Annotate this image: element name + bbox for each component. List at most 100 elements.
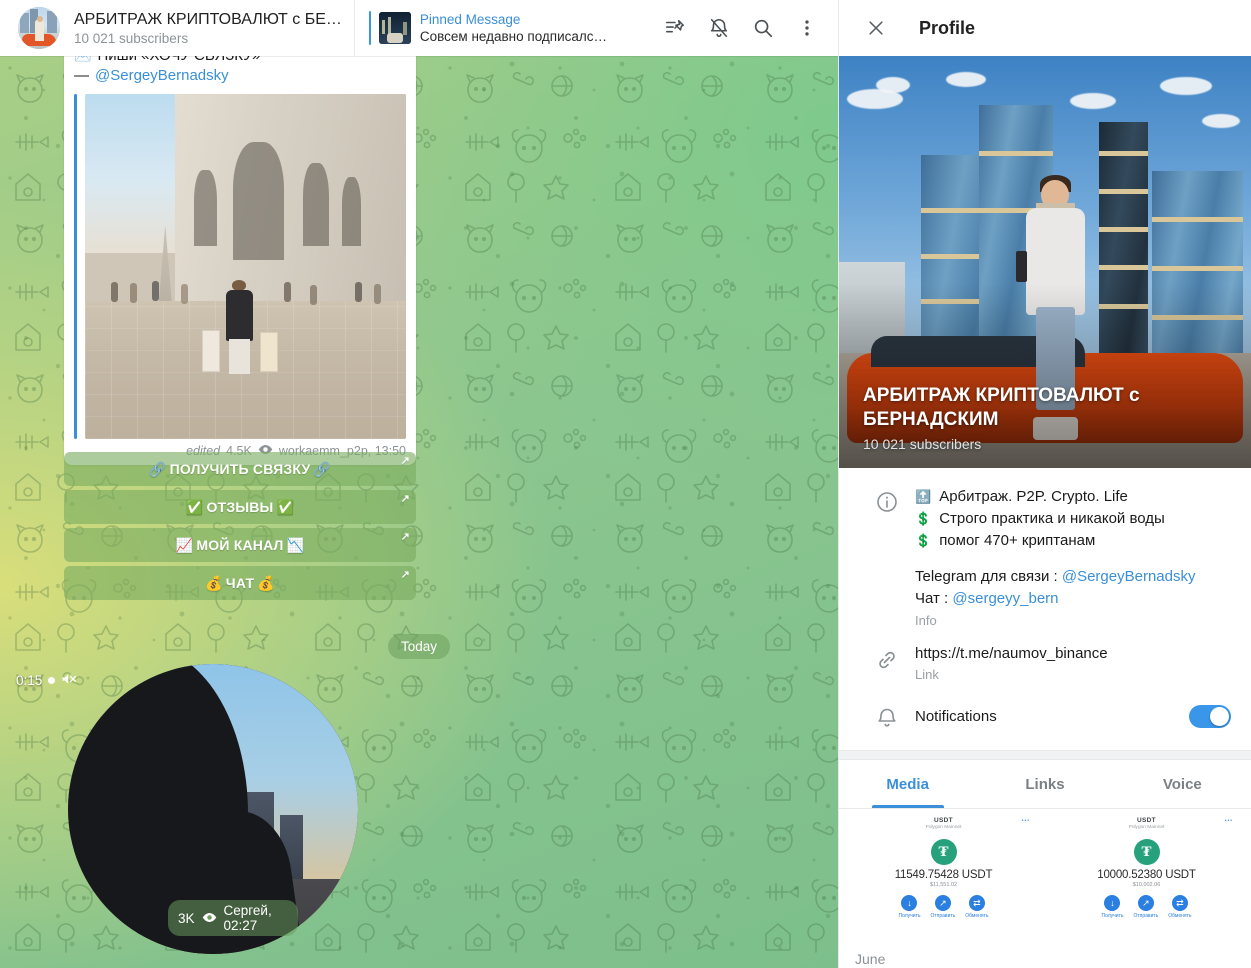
message-list: ✉️ Пиши «ХОЧУ СВЯЗКУ» — @SergeyBernadsky: [0, 42, 838, 968]
info-icon: [859, 486, 915, 628]
wallet-action-send[interactable]: ↗ Отправить: [930, 895, 955, 919]
search-icon[interactable]: [744, 9, 782, 47]
header-actions: [656, 9, 838, 47]
profile-cover-photo[interactable]: АРБИТРАЖ КРИПТОВАЛЮТ с БЕРНАДСКИМ 10 021…: [839, 56, 1251, 468]
wallet-action-send[interactable]: ↗ Отправить: [1133, 895, 1158, 919]
external-link-arrow-icon: ↗: [400, 569, 410, 581]
wallet-action-receive[interactable]: ↓ Получить: [1101, 895, 1123, 919]
button-label: ЧАТ: [225, 575, 255, 591]
keyboard-button-moy-kanal[interactable]: ↗ 📈 МОЙ КАНАЛ 📉: [64, 528, 416, 562]
chat-title: АРБИТРАЖ КРИПТОВАЛЮТ с БЕ…: [74, 10, 342, 28]
external-link-arrow-icon: ↗: [400, 493, 410, 505]
keyboard-button-chat[interactable]: ↗ 💰 ЧАТ 💰: [64, 566, 416, 600]
inline-keyboard: ↗ 🔗 ПОЛУЧИТЬ СВЯЗКУ 🔗 ↗ ✅ ОТЗЫВЫ ✅ ↗ 📈 М…: [64, 452, 416, 600]
contact-telegram-line: Telegram для связи : @SergeyBernadsky: [915, 566, 1231, 588]
button-emoji-left: 💰: [205, 574, 223, 591]
pinned-list-icon[interactable]: [656, 9, 694, 47]
tab-voice[interactable]: Voice: [1114, 760, 1251, 808]
action-label: Получить: [1101, 913, 1124, 919]
message-mention[interactable]: @SergeyBernadsky: [95, 66, 229, 86]
media-item[interactable]: ••• USDT Polygon Mainnet ₮ 10000.52380 U…: [1048, 813, 1245, 943]
keyboard-button-poluchit-svyazku[interactable]: ↗ 🔗 ПОЛУЧИТЬ СВЯЗКУ 🔗: [64, 452, 416, 486]
media-amount: 11549.75428 USDT: [894, 869, 993, 881]
media-network: Polygon Mainnet: [1128, 825, 1165, 830]
close-icon[interactable]: [857, 9, 895, 47]
profile-title: Profile: [919, 17, 976, 38]
profile-link-url[interactable]: https://t.me/naumov_binance: [915, 644, 1231, 664]
wallet-action-swap[interactable]: ⇄ Обменять: [1168, 895, 1192, 919]
media-token: USDT: [1137, 817, 1156, 824]
tether-icon: ₮: [930, 839, 957, 865]
dollar-icon: 💲: [915, 511, 932, 526]
pinned-accent-bar: [368, 11, 371, 45]
send-arrow-icon: ↗: [934, 895, 951, 911]
video-duration: 0:15: [16, 673, 43, 688]
channel-avatar[interactable]: [18, 7, 60, 49]
video-message-meta: 3K Сергей, 02:27: [168, 900, 298, 936]
action-label: Обменять: [965, 913, 989, 919]
media-month-label: June: [855, 951, 886, 967]
media-usd-value: $11,551.02: [929, 882, 958, 888]
tether-icon: ₮: [1133, 839, 1160, 865]
photo-person: [202, 280, 279, 397]
action-label: Получить: [898, 913, 921, 919]
round-video-message[interactable]: 0:15 3K Сергей, 02:27: [8, 664, 358, 954]
tab-links-label: Links: [1025, 775, 1065, 793]
chat-title-block[interactable]: АРБИТРАЖ КРИПТОВАЛЮТ с БЕ… 10 021 subscr…: [74, 10, 342, 47]
bio-line-2: Строго практика и никакой воды: [939, 510, 1165, 527]
message-media-row: [64, 88, 416, 439]
quote-accent-bar: [74, 94, 77, 439]
button-emoji-right: 💰: [257, 574, 275, 591]
profile-info-section: 🔝 Арбитраж. P2P. Crypto. Life 💲 Строго п…: [839, 468, 1251, 750]
tab-links[interactable]: Links: [976, 760, 1113, 808]
wallet-action-receive[interactable]: ↓ Получить: [898, 895, 920, 919]
chat-prefix: Чат :: [915, 590, 953, 607]
wallet-dots-icon: •••: [1021, 818, 1030, 824]
channel-message-bubble[interactable]: ✉️ Пиши «ХОЧУ СВЯЗКУ» — @SergeyBernadsky: [64, 42, 416, 465]
message-photo[interactable]: [85, 94, 406, 439]
contact-prefix: Telegram для связи :: [915, 568, 1062, 585]
dollar-icon: 💲: [915, 533, 932, 548]
pinned-message[interactable]: Pinned Message Совсем недавно подписался…: [368, 11, 610, 45]
action-label: Отправить: [1133, 913, 1159, 919]
info-row-notifications[interactable]: Notifications: [839, 686, 1251, 744]
send-arrow-icon: ↗: [1137, 895, 1154, 911]
media-usd-value: $10,002.06: [1132, 882, 1161, 888]
bell-icon: [859, 702, 915, 730]
download-arrow-icon: ↓: [1104, 895, 1121, 911]
profile-section-separator: [839, 750, 1251, 760]
profile-channel-name: АРБИТРАЖ КРИПТОВАЛЮТ с БЕРНАДСКИМ: [863, 385, 1140, 430]
profile-panel: Profile АРБИТРАЖ КРИПТОВАЛЮТ с БЕРНАДСКИ…: [838, 0, 1251, 968]
bio-line-1: Арбитраж. P2P. Crypto. Life: [939, 488, 1128, 505]
profile-tabs: Media Links Voice: [839, 760, 1251, 808]
video-author-time: Сергей, 02:27: [223, 903, 272, 933]
button-emoji-right: 📉: [286, 536, 305, 553]
date-badge: Today: [387, 634, 451, 659]
info-row-link[interactable]: https://t.me/naumov_binance Link: [839, 632, 1251, 686]
mute-bell-icon[interactable]: [700, 9, 738, 47]
video-view-count: 3K: [178, 910, 195, 926]
notifications-toggle[interactable]: [1189, 704, 1231, 728]
contact-chat-line: Чат : @sergeyy_bern: [915, 588, 1231, 610]
profile-subscribers: 10 021 subscribers: [863, 436, 982, 452]
media-item[interactable]: ••• USDT Polygon Mainnet ₮ 11549.75428 U…: [845, 813, 1042, 943]
more-menu-icon[interactable]: [788, 9, 826, 47]
chat-handle[interactable]: @sergeyy_bern: [952, 590, 1058, 607]
video-duration-badge: 0:15: [16, 672, 77, 689]
chat-subscribers: 10 021 subscribers: [74, 30, 189, 46]
notifications-label: Notifications: [915, 707, 997, 725]
keyboard-button-otzyvy[interactable]: ↗ ✅ ОТЗЫВЫ ✅: [64, 490, 416, 524]
media-grid: ••• USDT Polygon Mainnet ₮ 11549.75428 U…: [839, 809, 1251, 943]
contact-handle[interactable]: @SergeyBernadsky: [1062, 568, 1196, 585]
swap-icon: ⇄: [1171, 895, 1188, 911]
telegram-app: АРБИТРАЖ КРИПТОВАЛЮТ с БЕ… 10 021 subscr…: [0, 0, 1251, 968]
info-label: Info: [915, 613, 937, 628]
mute-speaker-icon[interactable]: [61, 672, 77, 689]
button-label: МОЙ КАНАЛ: [196, 537, 284, 553]
tab-media[interactable]: Media: [839, 760, 976, 808]
media-token: USDT: [934, 817, 953, 824]
info-row-about[interactable]: 🔝 Арбитраж. P2P. Crypto. Life 💲 Строго п…: [839, 482, 1251, 632]
action-label: Обменять: [1168, 913, 1192, 919]
wallet-action-swap[interactable]: ⇄ Обменять: [965, 895, 989, 919]
tab-media-label: Media: [886, 775, 929, 793]
